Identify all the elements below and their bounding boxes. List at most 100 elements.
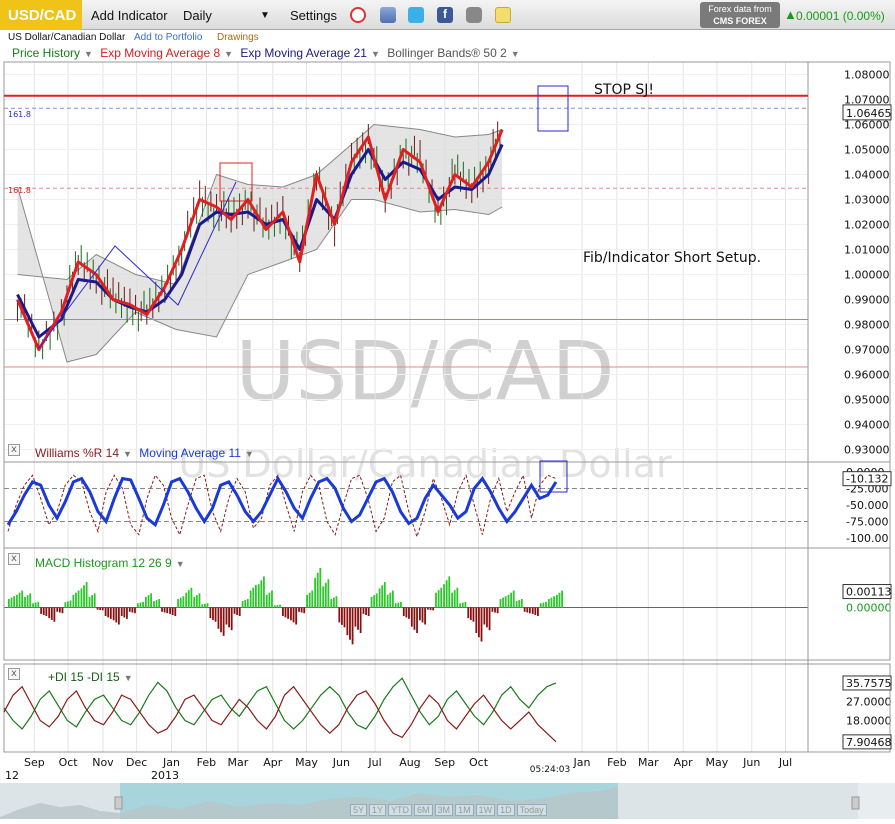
macd-bar — [26, 595, 29, 608]
macd-last-label: 0.00113 — [846, 586, 892, 599]
macd-bar — [123, 607, 126, 618]
macd-bar — [24, 596, 26, 608]
range-buttons: 5Y 1Y YTD 6M 3M 1M 1W 1D Today — [350, 804, 547, 816]
drawings-link[interactable]: Drawings — [217, 32, 259, 43]
macd-bar — [161, 607, 163, 612]
interval-select[interactable]: Daily — [183, 8, 212, 23]
macd-bar — [523, 607, 526, 612]
macd-bar — [386, 594, 389, 608]
twitter-icon[interactable] — [408, 7, 424, 23]
legend-macd[interactable]: MACD Histogram 12 26 9 — [35, 556, 172, 570]
macd-bar — [542, 602, 545, 608]
database-icon[interactable] — [380, 7, 396, 23]
legend-ema8[interactable]: Exp Moving Average 8 — [100, 46, 220, 60]
range-button-6m[interactable]: 6M — [414, 804, 433, 816]
macd-bar — [287, 607, 289, 619]
macd-bar — [201, 604, 204, 608]
macd-bar — [260, 580, 263, 608]
macd-bar — [553, 596, 555, 608]
macd-bar — [357, 607, 359, 630]
price-tick-label: 0.94000 — [844, 419, 890, 432]
macd-bar — [236, 607, 239, 615]
macd-bar — [324, 582, 327, 608]
macd-bar — [268, 592, 271, 608]
month-label: Jun — [332, 756, 350, 769]
macd-bar — [204, 603, 206, 608]
dmi-legend: +DI 15 -DI 15 ▼ — [48, 670, 133, 684]
price-tick-label: 0.98000 — [844, 319, 890, 332]
range-button-ytd[interactable]: YTD — [388, 804, 413, 816]
settings-button[interactable]: Settings — [290, 8, 337, 23]
camera-icon[interactable] — [466, 7, 482, 23]
month-label: Feb — [607, 756, 626, 769]
macd-bar — [93, 593, 96, 608]
macd-bar — [48, 607, 51, 619]
range-button-today[interactable]: Today — [516, 804, 547, 816]
note-icon[interactable] — [495, 7, 511, 23]
macd-bar — [107, 607, 110, 618]
add-to-portfolio-link[interactable]: Add to Portfolio — [134, 32, 202, 43]
macd-bar — [185, 592, 188, 608]
macd-bar — [308, 592, 311, 608]
price-tick-label: 1.08000 — [844, 69, 890, 82]
year-label: 12 — [5, 769, 19, 782]
macd-bar — [169, 607, 171, 614]
macd-bar — [282, 607, 284, 617]
legend-price-history[interactable]: Price History — [12, 46, 80, 60]
macd-bar — [528, 607, 531, 614]
macd-bar — [265, 594, 268, 608]
macd-bar — [198, 593, 201, 608]
close-williams-icon[interactable]: x — [8, 444, 20, 456]
macd-bar — [29, 593, 32, 608]
price-tick-label: 1.06000 — [844, 119, 890, 132]
legend-ema21[interactable]: Exp Moving Average 21 — [240, 46, 367, 60]
macd-bar — [504, 596, 507, 608]
macd-bar — [475, 607, 478, 634]
range-button-1m[interactable]: 1M — [455, 804, 474, 816]
macd-bar — [115, 607, 118, 623]
macd-bar — [53, 607, 56, 622]
range-button-1y[interactable]: 1Y — [369, 804, 387, 816]
range-button-3m[interactable]: 3M — [434, 804, 454, 816]
macd-bar — [453, 590, 456, 608]
macd-bar — [16, 594, 18, 608]
macd-bar — [327, 579, 330, 608]
macd-bar — [153, 601, 155, 608]
close-dmi-icon[interactable]: x — [8, 668, 20, 680]
macd-bar — [378, 588, 381, 608]
macd-bar — [480, 607, 483, 642]
data-source-badge: Forex data from CMS FOREX — [700, 2, 780, 28]
macd-bar — [472, 607, 475, 622]
price-tick-label: 0.93000 — [844, 444, 890, 457]
macd-bar — [330, 599, 333, 608]
macd-bar — [290, 607, 292, 621]
price-tick-label: 0.95000 — [844, 394, 890, 407]
clock-label: 05:24:03 — [530, 765, 570, 775]
chevron-down-icon[interactable]: ▼ — [260, 10, 270, 21]
month-label: Jan — [162, 756, 180, 769]
legend-williams[interactable]: Williams %R 14 — [35, 446, 119, 460]
month-label: Jan — [572, 756, 590, 769]
close-macd-icon[interactable]: x — [8, 553, 20, 565]
macd-bar — [190, 587, 193, 608]
fib-label-lower: 161.8 — [8, 186, 31, 195]
legend-dmi[interactable]: +DI 15 -DI 15 — [48, 670, 120, 684]
legend-williams-ma[interactable]: Moving Average 11 — [139, 446, 241, 460]
legend-bollinger[interactable]: Bollinger Bands® 50 2 — [387, 46, 507, 60]
alarm-clock-icon[interactable] — [350, 7, 366, 23]
price-tick-label: 1.04000 — [844, 169, 890, 182]
macd-bar — [61, 607, 64, 614]
facebook-icon[interactable]: f — [437, 7, 453, 23]
range-button-1w[interactable]: 1W — [475, 804, 496, 816]
symbol-label[interactable]: USD/CAD — [0, 0, 82, 30]
macd-bar — [365, 607, 367, 615]
price-tick-label: 1.00000 — [844, 269, 890, 282]
macd-bar — [539, 603, 542, 608]
range-button-1d[interactable]: 1D — [497, 804, 515, 816]
macd-bar — [512, 590, 515, 608]
macd-bar — [179, 597, 182, 608]
range-button-5y[interactable]: 5Y — [350, 804, 368, 816]
add-indicator-button[interactable]: Add Indicator — [91, 8, 168, 23]
dmi-tick-label: 18.0000 — [846, 715, 892, 728]
williams-legend: Williams %R 14 ▼ Moving Average 11 ▼ — [35, 446, 254, 460]
